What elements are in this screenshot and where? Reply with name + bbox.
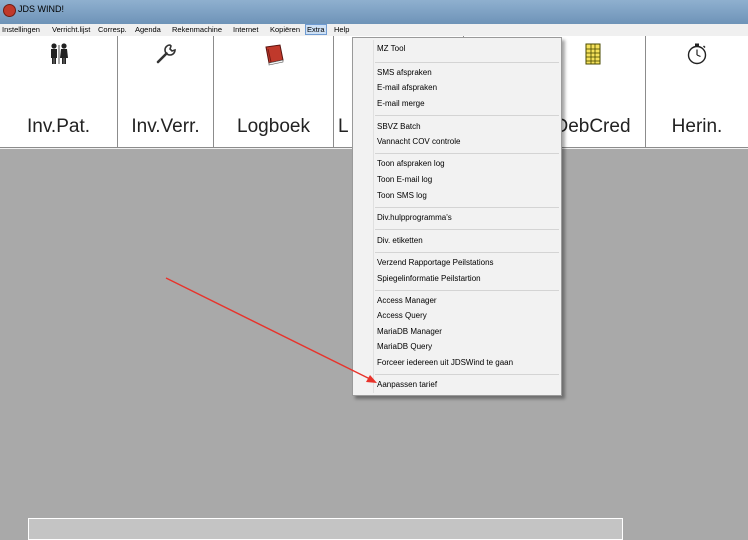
menu-item-vannacht-cov[interactable]: Vannacht COV controle [377, 137, 460, 146]
menu-separator [375, 207, 559, 208]
menu-separator [375, 115, 559, 116]
menu-agenda[interactable]: Agenda [135, 25, 161, 34]
menu-item-forceer-iedereen[interactable]: Forceer iedereen uit JDSWind te gaan [377, 358, 513, 367]
menu-item-sms-afspraken[interactable]: SMS afspraken [377, 68, 432, 77]
logboek-button[interactable]: Logboek [214, 36, 334, 148]
menu-kopieren[interactable]: Kopiëren [270, 25, 300, 34]
menu-item-access-query[interactable]: Access Query [377, 311, 427, 320]
wrench-icon [156, 44, 176, 64]
menu-verricht-lijst[interactable]: Verricht.lijst [52, 25, 90, 34]
menu-help[interactable]: Help [334, 25, 349, 34]
menu-item-toon-email-log[interactable]: Toon E-mail log [377, 175, 432, 184]
window-title: JDS WIND! [18, 4, 64, 14]
menu-item-div-hulpprogrammas[interactable]: Div.hulpprogramma's [377, 213, 452, 222]
patients-icon [50, 43, 68, 64]
menu-separator [375, 62, 559, 63]
extra-menu-dropdown: MZ Tool SMS afspraken E-mail afspraken E… [352, 37, 562, 396]
inv-verr-button[interactable]: Inv.Verr. [118, 36, 214, 148]
inv-pat-label: Inv.Pat. [26, 116, 90, 137]
app-icon [3, 4, 16, 17]
title-bar: JDS WIND! [0, 0, 748, 24]
annotation-arrow-line [165, 277, 371, 380]
menu-item-email-merge[interactable]: E-mail merge [377, 99, 425, 108]
menu-instellingen[interactable]: Instellingen [2, 25, 40, 34]
bottom-panel [28, 518, 623, 540]
menu-gutter [373, 40, 374, 393]
menu-item-spiegelinformatie[interactable]: Spiegelinformatie Peilstartion [377, 274, 481, 283]
inv-verr-label: Inv.Verr. [131, 116, 200, 137]
logboek-label: Logboek [237, 116, 310, 137]
menu-extra[interactable]: Extra [305, 24, 327, 35]
menu-item-verzend-rapportage[interactable]: Verzend Rapportage Peilstations [377, 258, 494, 267]
menu-separator [375, 374, 559, 375]
menu-item-toon-sms-log[interactable]: Toon SMS log [377, 191, 427, 200]
menu-item-sbvz-batch[interactable]: SBVZ Batch [377, 122, 421, 131]
menu-rekenmachine[interactable]: Rekenmachine [172, 25, 222, 34]
inv-pat-button[interactable]: Inv.Pat. [0, 36, 118, 148]
herin-label: Herin. [671, 116, 723, 137]
ledger-icon [585, 43, 600, 65]
herin-button[interactable]: Herin. [646, 36, 748, 148]
menu-item-mz-tool[interactable]: MZ Tool [377, 44, 405, 53]
menu-corresp[interactable]: Corresp. [98, 25, 127, 34]
menu-item-email-afspraken[interactable]: E-mail afspraken [377, 83, 437, 92]
stopwatch-icon [687, 43, 707, 65]
menu-separator [375, 153, 559, 154]
menu-item-mariadb-manager[interactable]: MariaDB Manager [377, 327, 442, 336]
menu-item-mariadb-query[interactable]: MariaDB Query [377, 342, 432, 351]
menu-separator [375, 229, 559, 230]
menu-item-aanpassen-tarief[interactable]: Aanpassen tarief [377, 380, 437, 389]
menu-separator [375, 290, 559, 291]
menu-separator [375, 252, 559, 253]
menu-item-access-manager[interactable]: Access Manager [377, 296, 437, 305]
book-icon [264, 44, 284, 66]
menu-item-toon-afspraken-log[interactable]: Toon afspraken log [377, 159, 445, 168]
menu-internet[interactable]: Internet [233, 25, 258, 34]
menu-item-div-etiketten[interactable]: Div. etiketten [377, 236, 423, 245]
